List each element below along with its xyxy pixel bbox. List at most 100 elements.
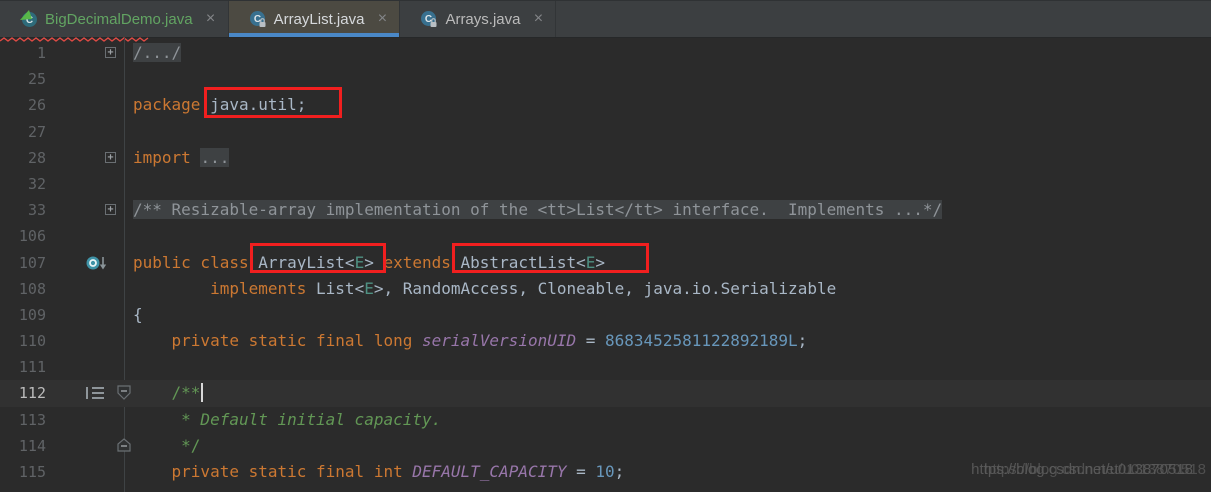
editor-tab-bar: C BigDecimalDemo.java × C ArrayList.java xyxy=(0,0,1211,42)
code-text[interactable] xyxy=(128,485,133,492)
code-line-25[interactable]: 25 xyxy=(0,66,1211,92)
code-line-27[interactable]: 27 xyxy=(0,119,1211,145)
fold-plus-icon[interactable]: + xyxy=(105,47,116,58)
code-token: DEFAULT_CAPACITY xyxy=(412,462,567,481)
code-text[interactable]: /** Resizable-array implementation of th… xyxy=(128,197,943,223)
gutter: 27 xyxy=(0,119,128,145)
code-token: package xyxy=(133,95,211,115)
code-token: private static final long xyxy=(171,331,422,351)
close-icon[interactable]: × xyxy=(375,11,389,27)
tab-arraylist[interactable]: C ArrayList.java × xyxy=(228,1,401,37)
line-number: 111 xyxy=(18,358,46,377)
code-text[interactable]: * Default initial capacity. xyxy=(128,407,441,433)
code-text[interactable] xyxy=(128,223,133,249)
gutter: 111 xyxy=(0,354,128,380)
code-token: * Default initial capacity. xyxy=(133,409,442,429)
code-token: 10 xyxy=(595,462,615,481)
code-token: /** Resizable-array implementation of th… xyxy=(133,200,943,220)
code-text[interactable]: /** xyxy=(128,380,204,406)
gutter: 106 xyxy=(0,223,128,249)
code-text[interactable]: import ... xyxy=(128,145,230,171)
code-token: ; xyxy=(797,331,808,351)
gutter: 33 + xyxy=(0,197,128,223)
code-line-32[interactable]: 32 xyxy=(0,171,1211,197)
line-number: 33 xyxy=(27,201,46,220)
close-icon[interactable]: × xyxy=(204,11,218,27)
code-token: ... xyxy=(200,147,230,167)
code-line-113[interactable]: 113 * Default initial capacity. xyxy=(0,407,1211,433)
code-token: serialVersionUID xyxy=(421,331,577,351)
gutter: 114 xyxy=(0,433,131,459)
gutter: 108 xyxy=(0,276,128,302)
line-number: 106 xyxy=(18,227,46,246)
code-token: E xyxy=(364,278,374,298)
code-token: ; xyxy=(614,462,625,481)
tab-label: Arrays.java xyxy=(445,10,521,28)
fold-plus-icon[interactable]: + xyxy=(105,151,116,163)
code-line-33[interactable]: 33 + /** Resizable-array implementation of… xyxy=(0,197,1211,223)
code-token: /.../ xyxy=(133,43,182,62)
code-token: { xyxy=(133,304,143,324)
gutter: 109 xyxy=(0,302,128,328)
code-text[interactable] xyxy=(128,354,133,380)
code-token: 8683452581122892189L xyxy=(605,331,798,351)
code-text[interactable]: private static final long serialVersionU… xyxy=(128,328,808,354)
code-line-114[interactable]: 114 */ xyxy=(0,433,1211,459)
line-number: 108 xyxy=(18,279,46,298)
fold-plus-icon[interactable]: + xyxy=(105,204,116,216)
runnable-class-icon: C xyxy=(20,10,38,28)
close-icon[interactable]: × xyxy=(531,11,545,27)
gutter: 115 xyxy=(0,459,128,485)
line-number: 1 xyxy=(36,44,46,62)
code-line-110[interactable]: 110 private static final long serialVers… xyxy=(0,328,1211,354)
code-token: List< xyxy=(316,278,365,298)
code-text[interactable] xyxy=(128,171,133,197)
code-text[interactable]: { xyxy=(128,302,143,328)
code-line-28[interactable]: 28 + import ... xyxy=(0,145,1211,171)
line-number: 114 xyxy=(18,436,46,455)
annotation-box-abstractlist xyxy=(452,243,649,273)
code-token: implements xyxy=(210,278,317,298)
line-number: 113 xyxy=(18,410,46,429)
code-text[interactable] xyxy=(128,119,133,145)
tab-arrays[interactable]: C Arrays.java × xyxy=(400,1,557,37)
code-text[interactable]: private static final int DEFAULT_CAPACIT… xyxy=(128,459,625,485)
gutter: 112 xyxy=(0,380,131,406)
override-marker-icon[interactable] xyxy=(86,255,110,276)
code-text[interactable]: implements List<E>, RandomAccess, Clonea… xyxy=(128,276,836,302)
code-line-111[interactable]: 111 xyxy=(0,354,1211,380)
code-text[interactable] xyxy=(128,66,133,92)
code-token: import xyxy=(133,147,201,167)
code-token: extends xyxy=(383,252,461,272)
line-number: 116 xyxy=(0,485,46,492)
locked-class-icon: C xyxy=(420,10,438,28)
code-line-116[interactable]: 116 xyxy=(0,485,1211,492)
code-text[interactable]: */ xyxy=(128,433,200,459)
code-line-108[interactable]: 108 implements List<E>, RandomAccess, Cl… xyxy=(0,276,1211,302)
code-line-26[interactable]: 26 package java.util; xyxy=(0,92,1211,118)
code-text[interactable]: /.../ xyxy=(128,40,182,66)
gutter: 1 + xyxy=(0,40,128,66)
line-number: 27 xyxy=(27,122,46,141)
code-token: */ xyxy=(133,435,201,455)
code-token: public class xyxy=(133,252,259,272)
gutter: 113 xyxy=(0,407,128,433)
annotation-box-arraylist xyxy=(250,243,386,273)
tab-label: BigDecimalDemo.java xyxy=(45,10,193,28)
gutter-lines-icon[interactable] xyxy=(86,387,106,400)
tab-bigdecimaldemo[interactable]: C BigDecimalDemo.java × xyxy=(0,1,229,42)
code-token: = xyxy=(566,462,596,481)
line-number: 25 xyxy=(27,70,46,89)
line-number: 109 xyxy=(18,305,46,324)
line-number: 110 xyxy=(18,332,46,351)
code-line-109[interactable]: 109 { xyxy=(0,302,1211,328)
code-line-112[interactable]: 112 /** xyxy=(0,380,1211,407)
gutter: 28 + xyxy=(0,145,128,171)
code-line-1[interactable]: 1 +/.../ xyxy=(0,40,1211,66)
gutter: 32 xyxy=(0,171,128,197)
gutter: 25 xyxy=(0,66,128,92)
watermark-text-shadow: https://blog.csdn.net/u013870518 xyxy=(984,461,1206,478)
